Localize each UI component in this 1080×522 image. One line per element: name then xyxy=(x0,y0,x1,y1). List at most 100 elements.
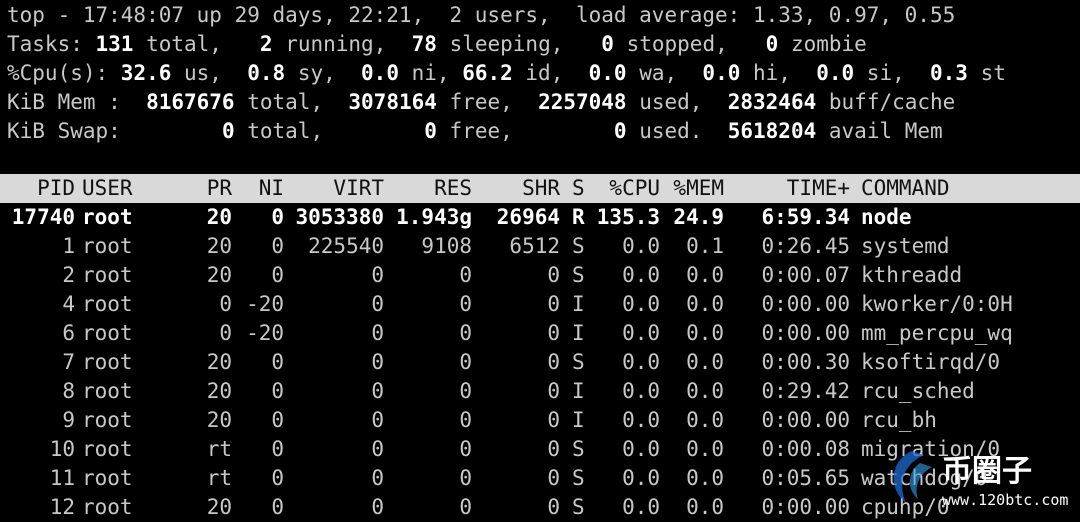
summary-label: sleeping, xyxy=(436,32,602,56)
summary-value: 0.0 xyxy=(361,61,399,85)
summary-value: 0 xyxy=(221,119,235,143)
cell-virt: 0 xyxy=(371,466,384,490)
summary-value: 131 xyxy=(95,32,134,56)
top-uptime-line: top - 17:48:07 up 29 days, 22:21, 2 user… xyxy=(7,3,956,27)
summary-value: 0.0 xyxy=(702,61,741,85)
cell-virt: 0 xyxy=(371,263,384,287)
cell-res: 0 xyxy=(459,495,472,519)
summary-label: running, xyxy=(272,32,412,56)
cell-command: rcu_sched xyxy=(861,379,975,403)
col-header-pr: PR xyxy=(206,176,232,200)
cell-time: 0:00.00 xyxy=(761,495,850,519)
cell-mem: 0.0 xyxy=(686,495,724,519)
col-header-time: TIME+ xyxy=(786,176,850,200)
swoosh-icon xyxy=(893,451,932,503)
cell-command: kworker/0:0H xyxy=(861,292,1013,316)
cell-shr: 0 xyxy=(547,263,560,287)
cell-time: 0:00.00 xyxy=(761,292,850,316)
summary-value: 2 xyxy=(259,32,273,56)
cell-res: 1.943g xyxy=(396,205,472,229)
cell-res: 0 xyxy=(459,263,472,287)
cell-cpu: 0.0 xyxy=(622,292,660,316)
cell-time: 0:00.00 xyxy=(761,321,850,345)
watermark-url: www.120btc.com xyxy=(942,491,1068,509)
cell-time: 0:26.45 xyxy=(761,234,850,258)
cell-virt: 0 xyxy=(371,495,384,519)
cell-s: S xyxy=(572,263,585,287)
cell-user: root xyxy=(82,263,133,287)
col-header-pid: PID xyxy=(37,176,75,200)
cell-res: 0 xyxy=(459,321,472,345)
summary-label: zombie xyxy=(778,32,867,56)
cell-s: I xyxy=(572,379,585,403)
summary-value: 32.6 xyxy=(120,61,172,85)
process-row: 1 root 20 0 225540 9108 6512 S 0.0 0.1 0:26.45 syst… xyxy=(0,232,1080,261)
cell-user: root xyxy=(82,408,133,432)
process-row: 6 root 0 -20 0 0 0 I 0.0 0.0 0:00.00 mm_percpu_wq xyxy=(0,319,1080,348)
cell-pid: 2 xyxy=(62,263,75,287)
cell-ni: 0 xyxy=(271,437,284,461)
cell-ni: 0 xyxy=(271,408,284,432)
cell-cpu: 0.0 xyxy=(622,379,660,403)
cpu-line: %Cpu(s): 32.6 us, 0.8 sy, 0.0 ni, 66.2 i… xyxy=(7,59,1006,88)
cell-user: root xyxy=(82,292,133,316)
cell-pr: 0 xyxy=(219,321,232,345)
summary-label: avail Mem xyxy=(816,119,943,143)
cell-command: ksoftirqd/0 xyxy=(861,350,1001,374)
cell-virt: 0 xyxy=(371,321,384,345)
cell-cpu: 0.0 xyxy=(622,495,660,519)
cell-res: 0 xyxy=(459,408,472,432)
summary-value: 0 xyxy=(613,119,627,143)
summary-label: KiB Mem : xyxy=(7,90,147,114)
summary-label: free, xyxy=(436,90,539,114)
cell-pr: 20 xyxy=(206,234,232,258)
cell-pid: 11 xyxy=(49,466,75,490)
cell-s: S xyxy=(572,350,585,374)
tasks-line: Tasks: 131 total, 2 running, 78 sleeping… xyxy=(7,30,867,59)
cell-res: 0 xyxy=(459,379,472,403)
cell-ni: 0 xyxy=(271,234,284,258)
summary-value: 0.0 xyxy=(588,61,627,85)
summary-value: 0.8 xyxy=(247,61,286,85)
col-header-mem: %MEM xyxy=(673,176,724,200)
cell-user: root xyxy=(82,321,133,345)
summary-label: total, xyxy=(234,119,425,143)
cell-s: R xyxy=(572,205,585,229)
cell-command: mm_percpu_wq xyxy=(861,321,1013,345)
cell-s: S xyxy=(572,234,585,258)
cell-pid: 4 xyxy=(62,292,75,316)
watermark-logo: 币圈子 www.120btc.com xyxy=(893,451,1068,509)
summary-label: Tasks: xyxy=(7,32,96,56)
cell-virt: 3053380 xyxy=(295,205,384,229)
cell-user: root xyxy=(82,205,133,229)
cell-time: 6:59.34 xyxy=(761,205,850,229)
cell-ni: 0 xyxy=(271,263,284,287)
cell-pid: 9 xyxy=(62,408,75,432)
summary-value: 0 xyxy=(424,119,437,143)
cell-pr: rt xyxy=(206,437,232,461)
summary-label: id, xyxy=(512,61,589,85)
summary-label: total, xyxy=(234,90,349,114)
cell-virt: 0 xyxy=(371,408,384,432)
cell-user: root xyxy=(82,466,133,490)
summary-value: 2832464 xyxy=(727,90,817,114)
cell-user: root xyxy=(82,379,133,403)
cell-mem: 0.0 xyxy=(686,408,724,432)
cell-pr: 20 xyxy=(206,205,232,229)
process-row: 9 root 20 0 0 0 0 I 0.0 0.0 0:00.00 rcu_bh xyxy=(0,406,1080,435)
cell-cpu: 0.0 xyxy=(622,321,660,345)
cell-cpu: 0.0 xyxy=(622,234,660,258)
cell-s: I xyxy=(572,408,585,432)
col-header-ni: NI xyxy=(258,176,284,200)
cell-mem: 0.0 xyxy=(686,350,724,374)
swap-line: KiB Swap: 0 total, 0 free, 0 used. 56182… xyxy=(7,117,943,146)
col-header-cpu: %CPU xyxy=(609,176,660,200)
col-header-command: COMMAND xyxy=(861,176,950,200)
cell-s: I xyxy=(572,292,585,316)
process-row: 4 root 0 -20 0 0 0 I 0.0 0.0 0:00.00 kworker/0:0H xyxy=(0,290,1080,319)
cell-mem: 0.0 xyxy=(686,466,724,490)
cell-res: 0 xyxy=(459,350,472,374)
cell-pr: 20 xyxy=(206,408,232,432)
cell-virt: 0 xyxy=(371,379,384,403)
cell-pr: rt xyxy=(206,466,232,490)
